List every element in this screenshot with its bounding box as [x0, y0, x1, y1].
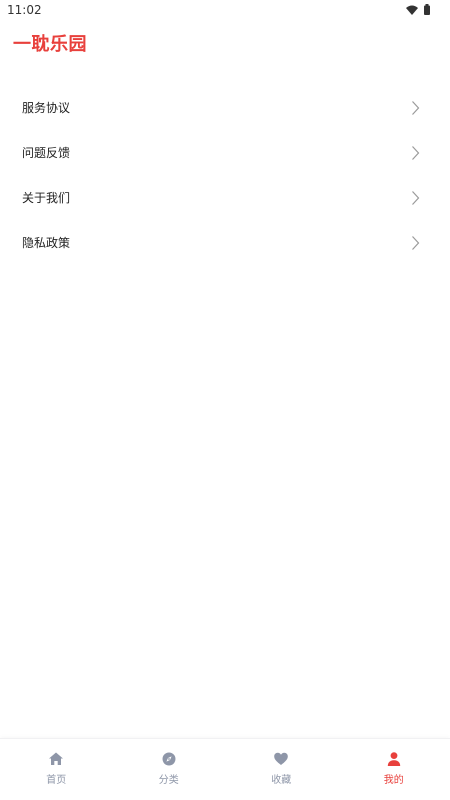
tab-label: 我的: [383, 775, 404, 786]
profile-screen: 11:02 一耽乐园 服务协议 问题反馈 关于我们 隐私政策 首页 分类 收藏 …: [0, 0, 450, 800]
status-time: 11:02: [7, 3, 42, 17]
tab-home[interactable]: 首页: [0, 739, 113, 800]
tab-mine[interactable]: 我的: [338, 739, 450, 800]
tab-label: 收藏: [271, 775, 292, 786]
battery-icon: [424, 4, 430, 15]
user-icon: [387, 752, 400, 766]
menu-item-feedback[interactable]: 问题反馈: [0, 130, 450, 175]
status-icons: [406, 4, 430, 15]
compass-icon: [162, 752, 176, 766]
settings-menu: 服务协议 问题反馈 关于我们 隐私政策: [0, 85, 450, 265]
chevron-right-icon: [412, 236, 420, 250]
heart-icon: [274, 752, 289, 765]
bottom-nav: 首页 分类 收藏 我的: [0, 738, 450, 800]
tab-favorites[interactable]: 收藏: [225, 739, 338, 800]
menu-item-label: 服务协议: [22, 101, 71, 115]
tab-category[interactable]: 分类: [113, 739, 226, 800]
tab-label: 首页: [46, 775, 67, 786]
home-icon: [49, 752, 64, 765]
menu-item-about-us[interactable]: 关于我们: [0, 175, 450, 220]
wifi-icon: [406, 5, 418, 15]
tab-label: 分类: [158, 775, 179, 786]
app-title: 一耽乐园: [13, 34, 87, 55]
menu-item-label: 关于我们: [22, 191, 71, 205]
chevron-right-icon: [412, 146, 420, 160]
menu-item-label: 隐私政策: [22, 236, 71, 250]
menu-item-service-agreement[interactable]: 服务协议: [0, 85, 450, 130]
menu-item-label: 问题反馈: [22, 146, 71, 160]
chevron-right-icon: [412, 101, 420, 115]
status-bar: 11:02: [0, 0, 450, 20]
chevron-right-icon: [412, 191, 420, 205]
menu-item-privacy-policy[interactable]: 隐私政策: [0, 220, 450, 265]
